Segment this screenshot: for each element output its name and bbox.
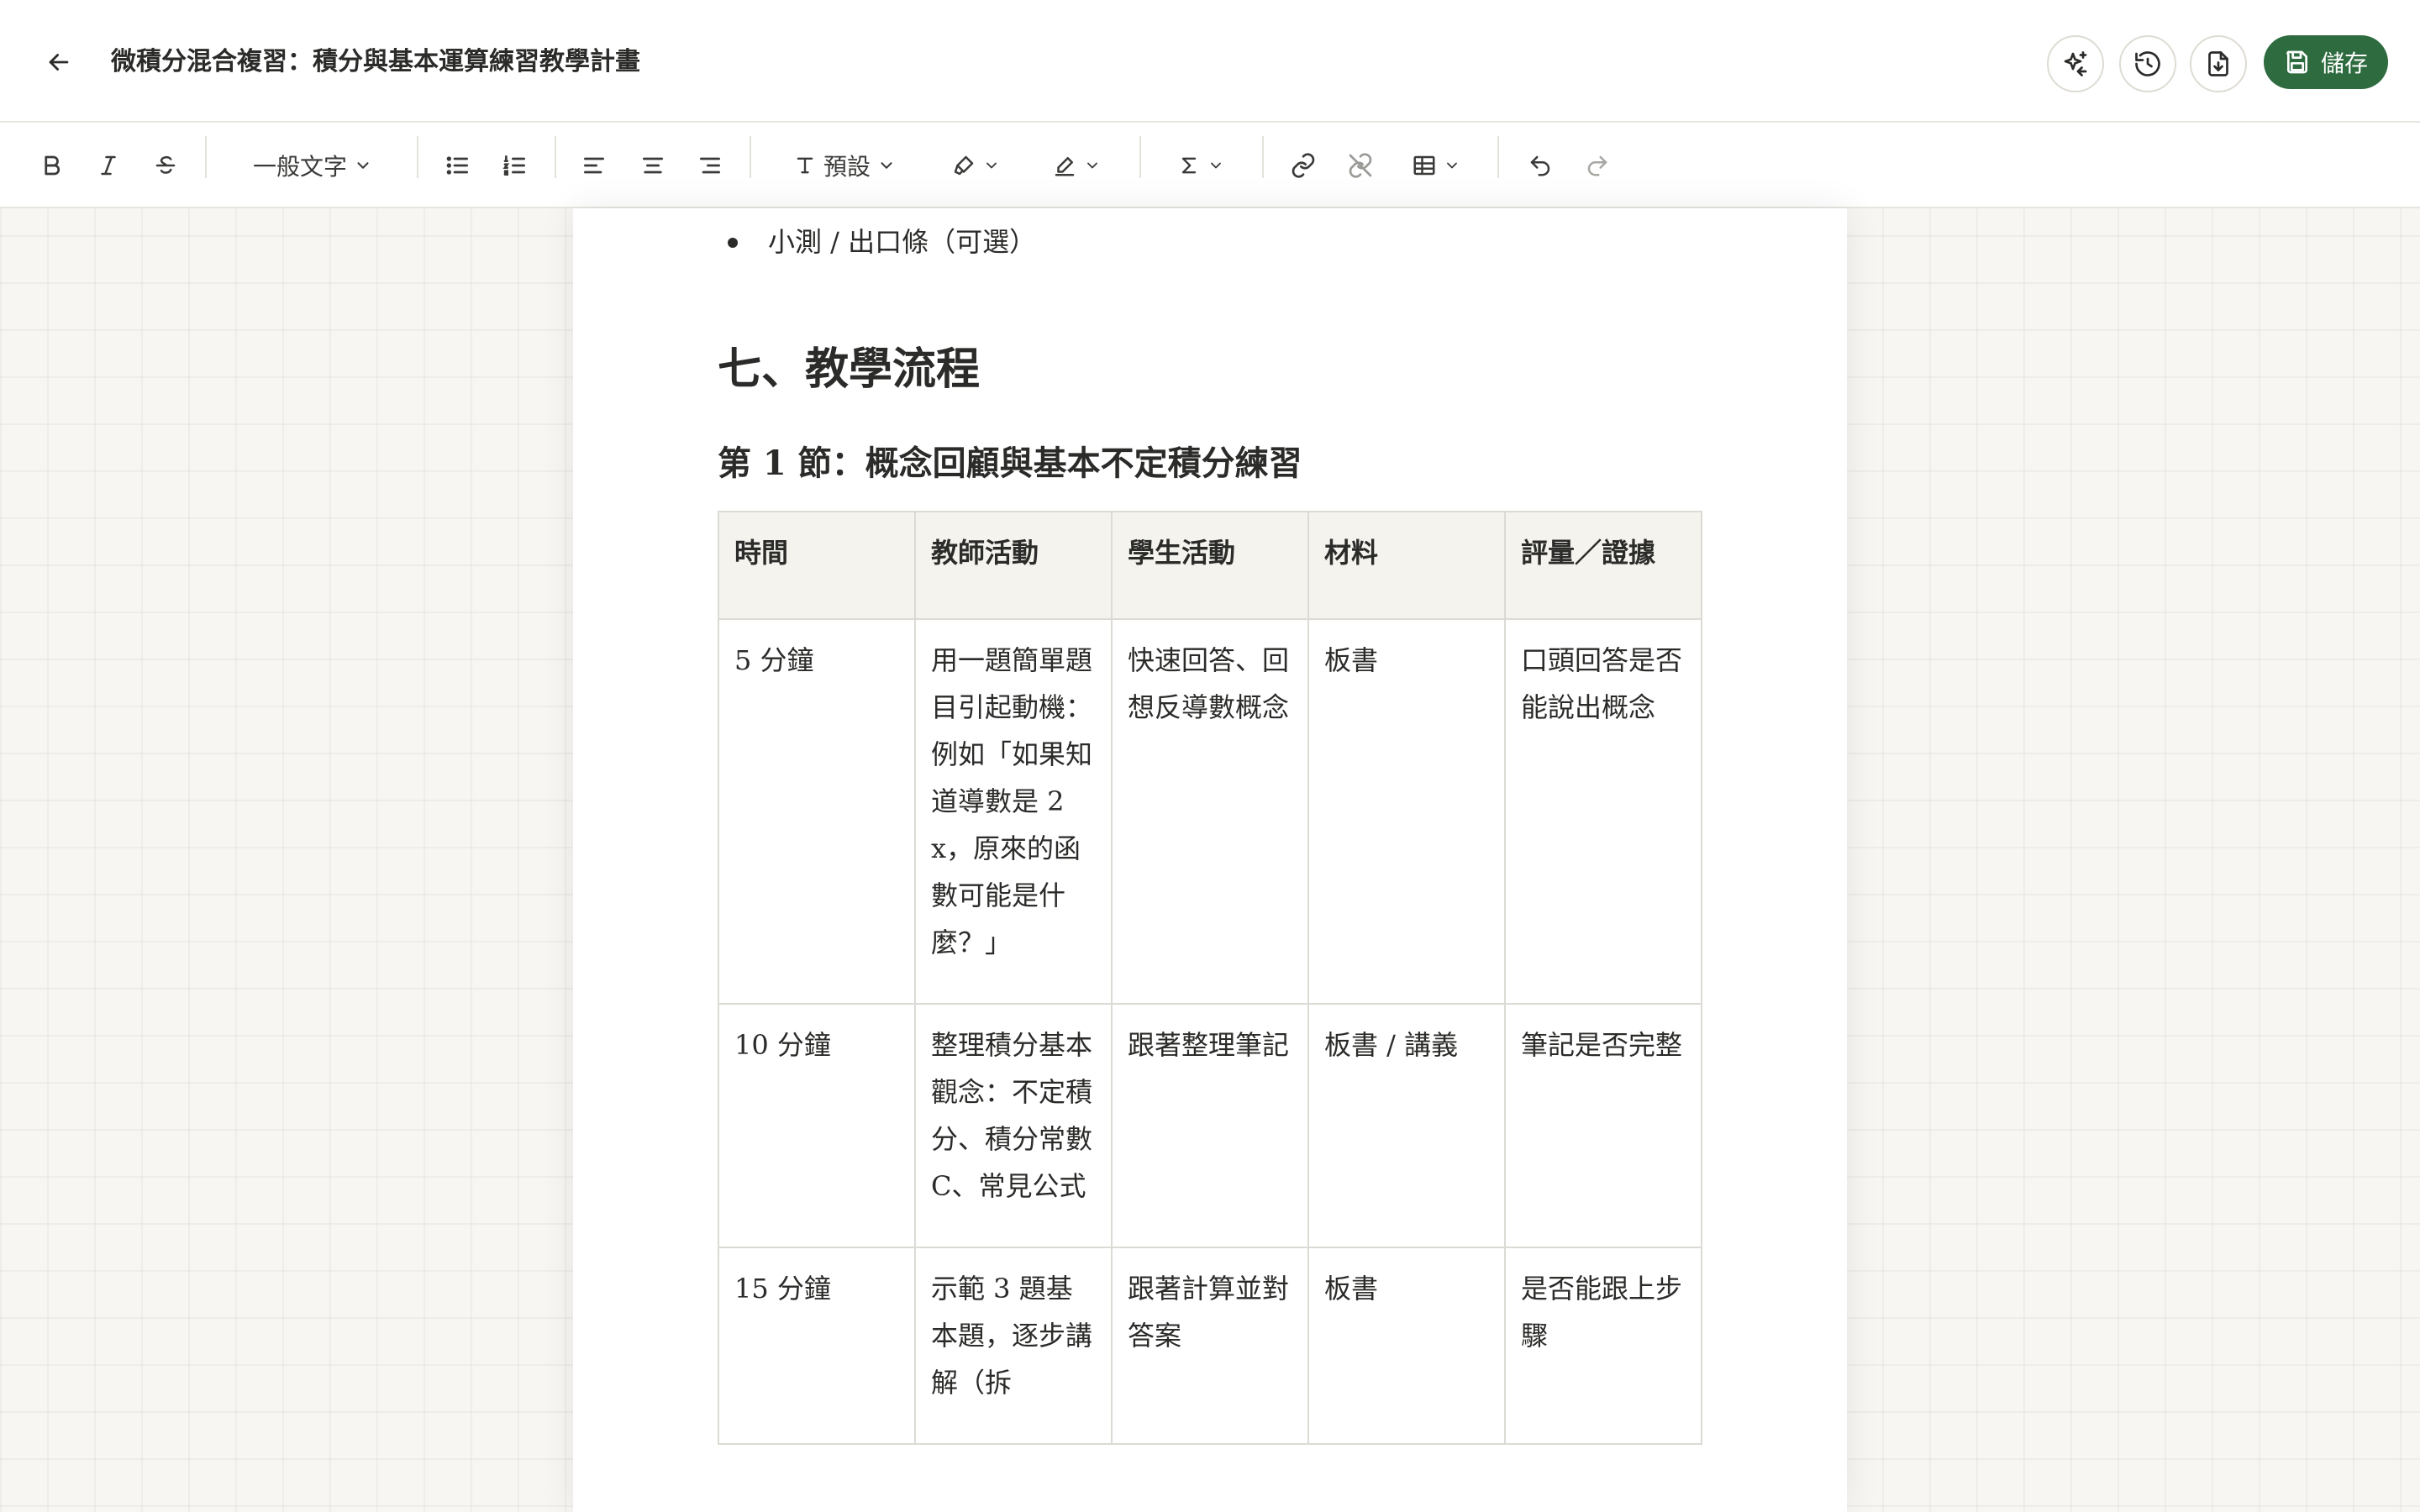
table-cell: 10 分鐘 bbox=[718, 1003, 916, 1248]
save-button[interactable]: 儲存 bbox=[2264, 35, 2388, 89]
font-value: 預設 bbox=[823, 153, 871, 181]
remove-link-button[interactable] bbox=[1343, 144, 1378, 186]
history-button[interactable] bbox=[2119, 35, 2176, 92]
table-row: 15 分鐘 示範 3 題基本題，逐步講解（拆 跟著計算並對答案 板書 是否能跟上… bbox=[718, 1247, 1702, 1445]
paragraph-style-value: 一般文字 bbox=[252, 153, 347, 181]
ai-sparkle-icon bbox=[2064, 51, 2087, 76]
materials-list: 計算紙與筆 小測 / 出口條（可選） bbox=[718, 208, 1036, 265]
chevron-down-icon bbox=[1447, 162, 1457, 169]
align-center-icon bbox=[643, 157, 663, 174]
table-row: 10 分鐘 整理積分基本觀念：不定積分、積分常數 C、常見公式 跟著整理筆記 板… bbox=[718, 1003, 1702, 1248]
align-right-button[interactable] bbox=[692, 144, 728, 186]
align-right-icon bbox=[700, 157, 720, 174]
font-type-icon bbox=[797, 157, 813, 174]
highlight-color-dropdown[interactable] bbox=[948, 144, 1003, 186]
formula-dropdown[interactable] bbox=[1173, 144, 1228, 186]
ai-assist-button[interactable] bbox=[2047, 35, 2104, 92]
bold-button[interactable] bbox=[34, 144, 69, 186]
history-icon bbox=[2135, 51, 2160, 76]
bold-icon bbox=[45, 155, 60, 176]
toolbar-separator bbox=[555, 136, 556, 178]
undo-icon bbox=[1530, 155, 1550, 176]
chevron-down-icon bbox=[357, 162, 369, 169]
export-button[interactable] bbox=[2190, 35, 2247, 92]
table-header-row: 時間 教師活動 學生活動 材料 評量／證據 bbox=[718, 511, 1702, 620]
header-materials: 材料 bbox=[1307, 511, 1506, 620]
table-cell: 15 分鐘 bbox=[718, 1247, 916, 1445]
font-dropdown[interactable]: 預設 bbox=[781, 144, 908, 186]
app-header: 微積分混合複習：積分與基本運算練習教學計畫 儲存 bbox=[0, 0, 2420, 123]
table-cell: 板書 bbox=[1307, 1247, 1506, 1445]
strikethrough-icon bbox=[155, 155, 176, 174]
table-cell: 筆記是否完整 bbox=[1504, 1003, 1702, 1248]
subsection-heading: 第 1 節：概念回顧與基本不定積分練習 bbox=[718, 444, 1302, 483]
bulleted-list-button[interactable] bbox=[440, 144, 476, 186]
back-button[interactable] bbox=[39, 42, 79, 82]
redo-icon bbox=[1587, 155, 1607, 176]
toolbar-separator bbox=[1139, 136, 1141, 178]
pen-color-icon bbox=[1055, 157, 1075, 176]
insert-table-dropdown[interactable] bbox=[1408, 144, 1464, 186]
table-cell: 整理積分基本觀念：不定積分、積分常數 C、常見公式 bbox=[914, 1003, 1113, 1248]
undo-button[interactable] bbox=[1523, 144, 1558, 186]
text-color-dropdown[interactable] bbox=[1049, 144, 1104, 186]
numbered-list-icon bbox=[502, 155, 525, 176]
toolbar-separator bbox=[1262, 136, 1264, 178]
lesson-plan-table: 時間 教師活動 學生活動 材料 評量／證據 5 分鐘 用一題簡單題目引起動機：例… bbox=[718, 511, 1702, 1445]
save-icon bbox=[2286, 50, 2307, 74]
download-icon bbox=[2208, 51, 2228, 76]
link-icon bbox=[1292, 153, 1315, 178]
section-heading: 七、教學流程 bbox=[718, 344, 981, 395]
redo-button[interactable] bbox=[1580, 144, 1615, 186]
chevron-down-icon bbox=[881, 162, 892, 169]
table-row: 5 分鐘 用一題簡單題目引起動機：例如「如果知道導數是 2x，原來的函數可能是什… bbox=[718, 618, 1702, 1005]
align-center-button[interactable] bbox=[635, 144, 671, 186]
toolbar-separator bbox=[750, 136, 751, 178]
sigma-icon bbox=[1181, 157, 1197, 174]
align-left-icon bbox=[584, 157, 604, 174]
table-cell: 跟著整理筆記 bbox=[1111, 1003, 1309, 1248]
list-item: 計算紙與筆 bbox=[718, 208, 1036, 218]
insert-link-button[interactable] bbox=[1286, 144, 1321, 186]
header-student-activity: 學生活動 bbox=[1111, 511, 1309, 620]
toolbar-separator bbox=[1497, 136, 1499, 178]
italic-button[interactable] bbox=[91, 144, 126, 186]
table-icon bbox=[1413, 155, 1435, 176]
save-button-label: 儲存 bbox=[2320, 50, 2368, 77]
header-teacher-activity: 教師活動 bbox=[914, 511, 1113, 620]
table-cell: 板書 bbox=[1307, 618, 1506, 1005]
header-assessment: 評量／證據 bbox=[1504, 511, 1702, 620]
toolbar-separator bbox=[417, 136, 418, 178]
align-left-button[interactable] bbox=[576, 144, 612, 186]
italic-icon bbox=[101, 155, 116, 176]
strikethrough-button[interactable] bbox=[148, 144, 183, 186]
list-item: 小測 / 出口條（可選） bbox=[718, 218, 1036, 265]
document-title: 微積分混合複習：積分與基本運算練習教學計畫 bbox=[111, 47, 640, 76]
table-cell: 用一題簡單題目引起動機：例如「如果知道導數是 2x，原來的函數可能是什麼？」 bbox=[914, 618, 1113, 1005]
document-page[interactable]: 計算紙與筆 小測 / 出口條（可選） 七、教學流程 第 1 節：概念回顧與基本不… bbox=[573, 208, 1847, 1512]
table-cell: 5 分鐘 bbox=[718, 618, 916, 1005]
table-cell: 快速回答、回想反導數概念 bbox=[1111, 618, 1309, 1005]
header-time: 時間 bbox=[718, 511, 916, 620]
bulleted-list-icon bbox=[446, 156, 468, 175]
table-cell: 示範 3 題基本題，逐步講解（拆 bbox=[914, 1247, 1113, 1445]
chevron-down-icon bbox=[1087, 162, 1097, 169]
chevron-down-icon bbox=[986, 162, 997, 169]
back-arrow-icon bbox=[49, 54, 69, 71]
table-cell: 口頭回答是否能說出概念 bbox=[1504, 618, 1702, 1005]
table-cell: 是否能跟上步驟 bbox=[1504, 1247, 1702, 1445]
numbered-list-button[interactable] bbox=[497, 144, 533, 186]
formatting-toolbar: 一般文字 預設 bbox=[0, 123, 2420, 208]
chevron-down-icon bbox=[1211, 162, 1221, 169]
toolbar-separator bbox=[205, 136, 207, 178]
table-cell: 板書 / 講義 bbox=[1307, 1003, 1506, 1248]
table-cell: 跟著計算並對答案 bbox=[1111, 1247, 1309, 1445]
paragraph-style-dropdown[interactable]: 一般文字 bbox=[244, 144, 381, 186]
highlighter-icon bbox=[954, 155, 974, 176]
unlink-icon bbox=[1349, 153, 1372, 178]
